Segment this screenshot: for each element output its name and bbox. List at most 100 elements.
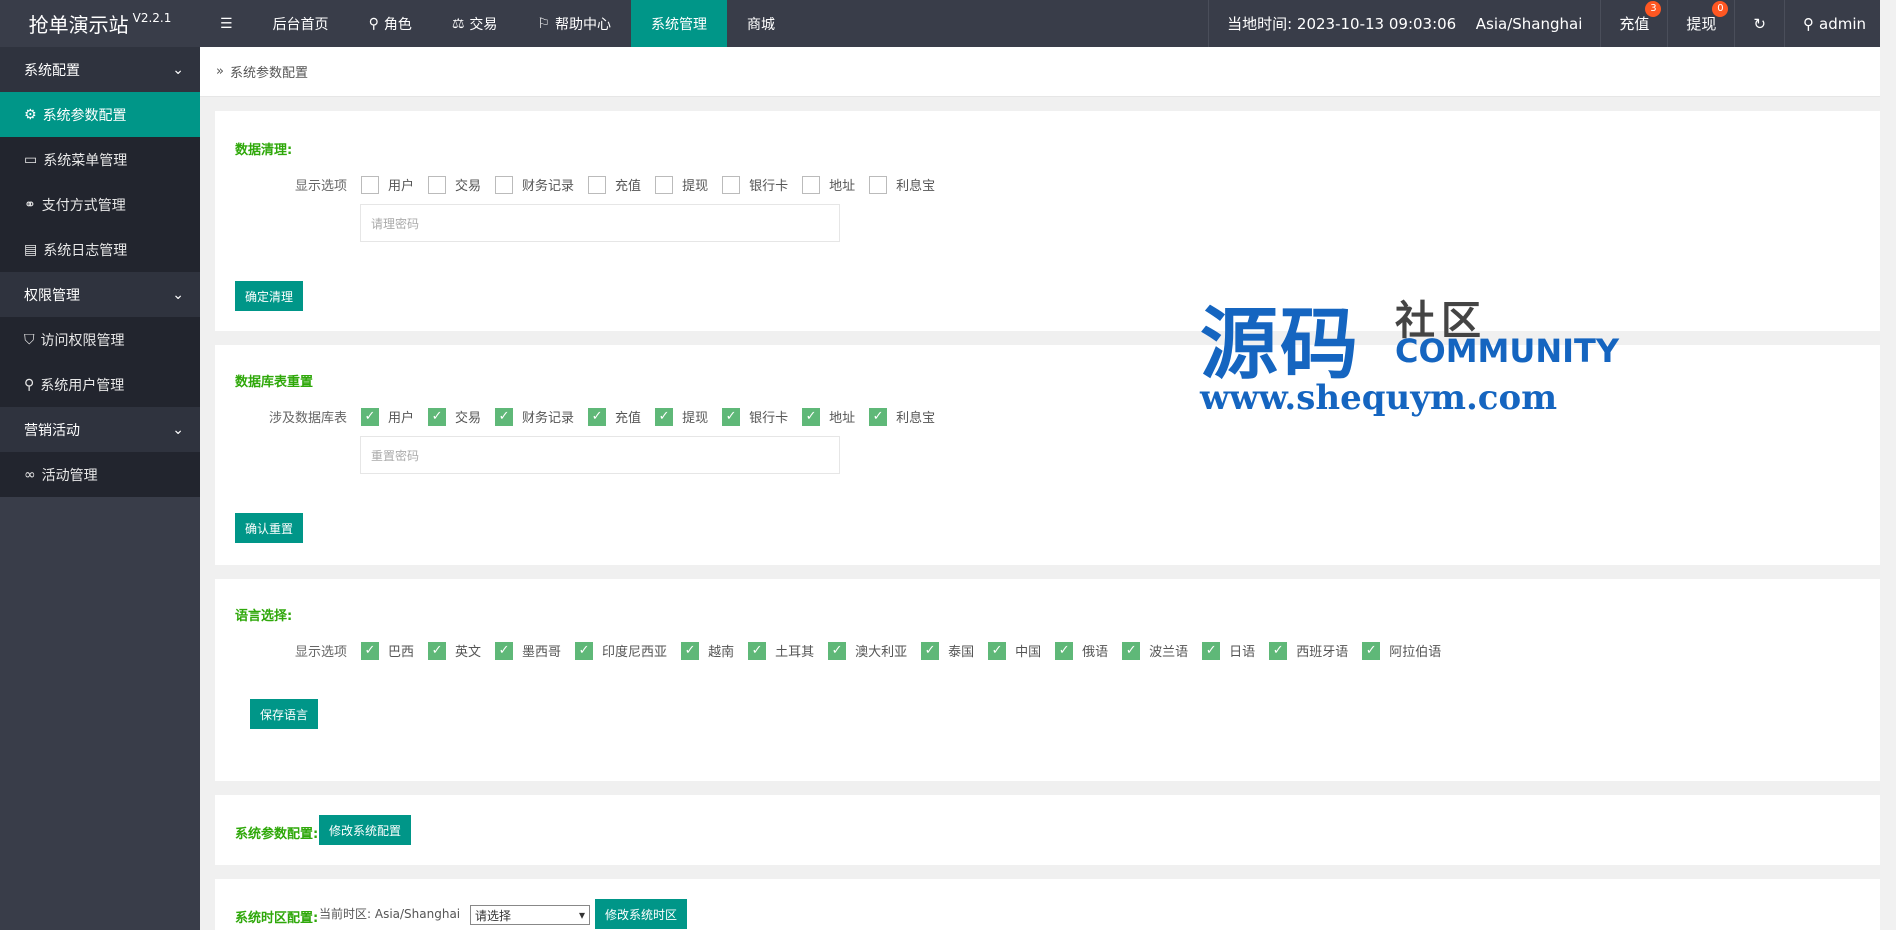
nav-help[interactable]: ⚐ 帮助中心 <box>517 0 631 47</box>
checkbox[interactable]: 交易 <box>428 175 481 194</box>
checkbox[interactable]: ✓ 财务记录 <box>495 407 574 426</box>
panel-language: 语言选择: 显示选项 ✓ 巴西 ✓ 英文 ✓ 墨西哥 ✓ 印度尼西亚 ✓ 越南 ✓ 土耳其 … <box>215 579 1885 781</box>
checkbox[interactable]: ✓ 巴西 <box>361 641 414 660</box>
checkbox[interactable]: ✓ 西班牙语 <box>1269 641 1348 660</box>
nav-trade[interactable]: ⚖ 交易 <box>432 0 518 47</box>
sidebar-group-permission[interactable]: 权限管理 ⌄ <box>0 272 200 317</box>
db-reset-title: 数据库表重置 <box>235 375 314 390</box>
checkbox[interactable]: ✓ 墨西哥 <box>495 641 561 660</box>
app-logo-text: 抢单演示站 <box>28 13 129 37</box>
current-timezone: 当前时区: Asia/Shanghai <box>319 907 461 921</box>
language-options: 显示选项 ✓ 巴西 ✓ 英文 ✓ 墨西哥 ✓ 印度尼西亚 ✓ 越南 ✓ 土耳其 ✓ 澳大利亚 … <box>294 641 1442 660</box>
chevron-down-icon: ▾ <box>578 908 585 922</box>
shield-icon: ⛉ <box>24 331 35 348</box>
top-right-bar: 当地时间: 2023-10-13 09:03:06 Asia/Shanghai … <box>1208 0 1896 47</box>
sidebar-item-activity-manage[interactable]: ∞ 活动管理 <box>0 452 200 497</box>
checkbox[interactable]: ✓ 用户 <box>361 407 414 426</box>
flag-icon: ⚐ <box>537 15 550 32</box>
chevron-down-icon: ⌄ <box>172 421 184 438</box>
menu-icon: ☰ <box>220 15 233 32</box>
checkbox[interactable]: ✓ 交易 <box>428 407 481 426</box>
gear-icon: ⚙ <box>24 106 37 123</box>
checkbox[interactable]: 地址 <box>802 175 855 194</box>
checkbox[interactable]: ✓ 泰国 <box>921 641 974 660</box>
timezone-title: 系统时区配置: <box>235 911 319 926</box>
double-chevron-icon: » <box>216 64 224 79</box>
scrollbar[interactable] <box>1880 0 1896 930</box>
user-icon: ⚲ <box>1803 14 1814 33</box>
checkbox[interactable]: ✓ 阿拉伯语 <box>1362 641 1441 660</box>
checkbox[interactable]: 财务记录 <box>495 175 574 194</box>
checkbox[interactable]: ✓ 波兰语 <box>1122 641 1188 660</box>
scale-icon: ⚖ <box>451 15 465 32</box>
top-nav: ☰ 后台首页 ⚲ 角色 ⚖ 交易 ⚐ 帮助中心 系统管理 商城 <box>200 0 795 47</box>
nav-system[interactable]: 系统管理 <box>630 0 727 47</box>
save-language-button[interactable]: 保存语言 <box>250 699 319 729</box>
modify-system-config-button[interactable]: 修改系统配置 <box>319 815 412 845</box>
infinity-icon: ∞ <box>24 466 36 483</box>
nav-role[interactable]: ⚲ 角色 <box>349 0 432 47</box>
checkbox[interactable]: ✓ 印度尼西亚 <box>575 641 667 660</box>
data-clean-title: 数据清理: <box>235 143 293 158</box>
checkbox[interactable]: 充值 <box>588 175 641 194</box>
chevron-down-icon: ⌄ <box>172 61 184 78</box>
reset-password-input[interactable]: 重置密码 <box>360 436 840 474</box>
user-icon: ⚲ <box>368 15 379 32</box>
refresh-button[interactable]: ↻ <box>1734 0 1784 47</box>
checkbox[interactable]: ✓ 银行卡 <box>722 407 788 426</box>
system-params-title: 系统参数配置: <box>235 827 319 842</box>
checkbox[interactable]: ✓ 土耳其 <box>748 641 814 660</box>
checkbox[interactable]: ✓ 利息宝 <box>869 407 935 426</box>
sidebar-item-user-manage[interactable]: ⚲ 系统用户管理 <box>0 362 200 407</box>
checkbox[interactable]: ✓ 地址 <box>802 407 855 426</box>
nav-dashboard[interactable]: 后台首页 <box>253 0 349 47</box>
app-logo[interactable]: 抢单演示站 V2.2.1 <box>0 0 200 47</box>
sidebar-item-system-params[interactable]: ⚙ 系统参数配置 <box>0 92 200 137</box>
main-content: » 系统参数配置 数据清理: 显示选项 用户 交易 财务记录 充值 提现 银行卡 … <box>200 47 1896 930</box>
language-title: 语言选择: <box>235 609 293 624</box>
data-clean-options: 显示选项 用户 交易 财务记录 充值 提现 银行卡 地址 利息宝 <box>235 175 949 194</box>
checkbox[interactable]: ✓ 充值 <box>588 407 641 426</box>
panel-data-clean: 数据清理: 显示选项 用户 交易 财务记录 充值 提现 银行卡 地址 利息宝 请… <box>215 111 1885 331</box>
modify-timezone-button[interactable]: 修改系统时区 <box>595 899 688 929</box>
confirm-reset-button[interactable]: 确认重置 <box>235 513 304 543</box>
window-icon: ▭ <box>24 151 38 168</box>
sidebar: 系统配置 ⌄ ⚙ 系统参数配置 ▭ 系统菜单管理 ⚭ 支付方式管理 ▤ 系统日志管理 权限… <box>0 47 200 930</box>
checkbox[interactable]: 利息宝 <box>869 175 935 194</box>
checkbox[interactable]: ✓ 提现 <box>655 407 708 426</box>
checkbox[interactable]: ✓ 俄语 <box>1055 641 1108 660</box>
sidebar-group-system-config[interactable]: 系统配置 ⌄ <box>0 47 200 92</box>
checkbox[interactable]: 用户 <box>361 175 414 194</box>
app-version: V2.2.1 <box>132 10 172 25</box>
chevron-down-icon: ⌄ <box>172 286 184 303</box>
top-bar: 抢单演示站 V2.2.1 ☰ 后台首页 ⚲ 角色 ⚖ 交易 ⚐ 帮助中心 系统管理 商城… <box>0 0 1896 47</box>
checkbox[interactable]: 银行卡 <box>722 175 788 194</box>
sidebar-item-payment-manage[interactable]: ⚭ 支付方式管理 <box>0 182 200 227</box>
log-icon: ▤ <box>24 241 38 258</box>
checkbox[interactable]: ✓ 澳大利亚 <box>828 641 907 660</box>
sidebar-item-access-manage[interactable]: ⛉ 访问权限管理 <box>0 317 200 362</box>
withdraw-button[interactable]: 提现 0 <box>1667 0 1734 47</box>
recharge-button[interactable]: 充值 3 <box>1600 0 1667 47</box>
link-icon: ⚭ <box>24 196 36 213</box>
panel-db-reset: 数据库表重置 涉及数据库表 ✓ 用户 ✓ 交易 ✓ 财务记录 ✓ 充值 ✓ 提现 ✓ 银行卡… <box>215 345 1885 565</box>
checkbox[interactable]: ✓ 英文 <box>428 641 481 660</box>
panel-system-params: 系统参数配置: 修改系统配置 <box>215 795 1885 865</box>
timezone-select[interactable]: 请选择 ▾ <box>470 905 590 925</box>
sidebar-item-log-manage[interactable]: ▤ 系统日志管理 <box>0 227 200 272</box>
refresh-icon: ↻ <box>1753 14 1766 33</box>
checkbox[interactable]: ✓ 日语 <box>1202 641 1255 660</box>
confirm-clean-button[interactable]: 确定清理 <box>235 281 304 311</box>
db-reset-options: 涉及数据库表 ✓ 用户 ✓ 交易 ✓ 财务记录 ✓ 充值 ✓ 提现 ✓ 银行卡 ✓ 地址 ✓ 利… <box>268 407 936 426</box>
local-time: 当地时间: 2023-10-13 09:03:06 Asia/Shanghai <box>1208 0 1600 47</box>
clean-password-input[interactable]: 请理密码 <box>360 204 840 242</box>
checkbox[interactable]: ✓ 越南 <box>681 641 734 660</box>
recharge-badge: 3 <box>1645 1 1662 17</box>
panel-timezone: 系统时区配置: 当前时区: Asia/Shanghai 请选择 ▾ 修改系统时区 <box>215 879 1885 930</box>
menu-toggle-button[interactable]: ☰ <box>200 0 253 47</box>
nav-shop[interactable]: 商城 <box>727 0 795 47</box>
checkbox[interactable]: 提现 <box>655 175 708 194</box>
sidebar-item-menu-manage[interactable]: ▭ 系统菜单管理 <box>0 137 200 182</box>
sidebar-group-marketing[interactable]: 营销活动 ⌄ <box>0 407 200 452</box>
checkbox[interactable]: ✓ 中国 <box>988 641 1041 660</box>
